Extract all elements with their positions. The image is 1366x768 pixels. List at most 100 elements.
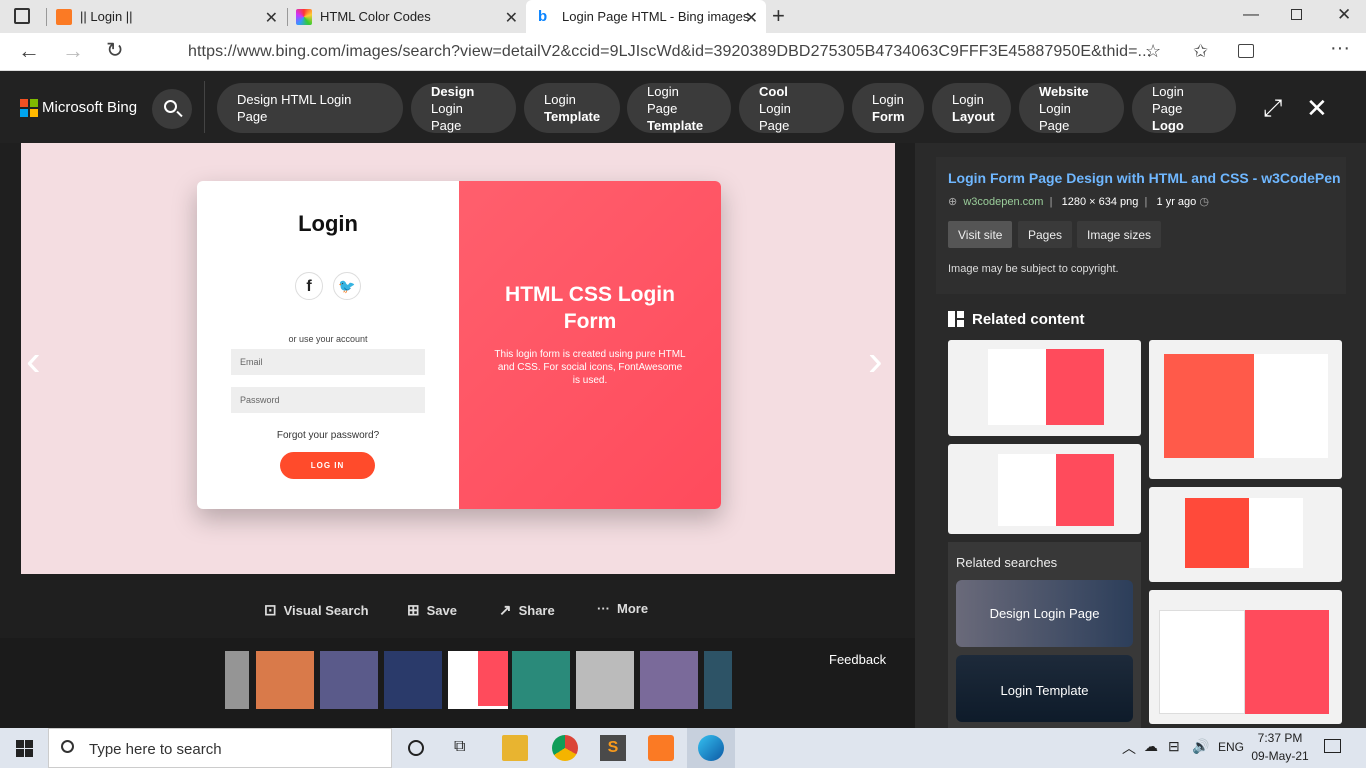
- browser-tab-bar: || Login || ✕ HTML Color Codes ✕ b Login…: [0, 0, 1366, 33]
- file-explorer-icon[interactable]: [502, 735, 528, 761]
- related-thumb[interactable]: [1149, 590, 1342, 724]
- share-button[interactable]: ↗ Share: [499, 601, 555, 619]
- chip-label: Design HTML Login Page: [237, 92, 352, 124]
- image-site[interactable]: w3codepen.com: [963, 196, 1043, 208]
- filmstrip-thumb-selected[interactable]: [448, 651, 508, 709]
- related-search-item[interactable]: Design Login Page: [956, 580, 1133, 647]
- settings-more-icon[interactable]: ···: [1330, 37, 1350, 60]
- windows-start-icon[interactable]: [16, 740, 33, 757]
- cortana-icon[interactable]: [408, 740, 424, 756]
- tab-bing-images[interactable]: b Login Page HTML - Bing images ✕: [526, 0, 766, 33]
- related-thumb[interactable]: [948, 340, 1141, 436]
- next-image-icon[interactable]: ›: [868, 336, 883, 386]
- related-chip[interactable]: Login Form: [852, 83, 924, 133]
- chrome-icon[interactable]: [552, 735, 578, 761]
- close-tab-icon[interactable]: ✕: [745, 8, 758, 28]
- url-text[interactable]: https://www.bing.com/images/search?view=…: [188, 43, 1151, 61]
- sublime-text-icon[interactable]: S: [600, 735, 626, 761]
- feedback-link[interactable]: Feedback: [829, 652, 886, 667]
- pages-button[interactable]: Pages: [1018, 221, 1073, 248]
- related-chip[interactable]: Login Template: [524, 83, 620, 133]
- chip-label: Login: [872, 92, 904, 107]
- tab-actions-icon[interactable]: [14, 8, 30, 24]
- add-favorite-icon[interactable]: ☆: [1145, 41, 1161, 62]
- related-chip[interactable]: Login Page Template: [627, 83, 731, 133]
- copyright-note: Image may be subject to copyright.: [948, 263, 1119, 275]
- search-icon: [61, 740, 74, 753]
- related-chip[interactable]: Login Layout: [932, 83, 1011, 133]
- related-chip[interactable]: Design Login Page: [411, 83, 516, 133]
- close-tab-icon[interactable]: ✕: [265, 8, 278, 28]
- chip-label: Login Page: [759, 100, 791, 133]
- close-window-icon[interactable]: ✕: [1337, 5, 1351, 25]
- close-viewer-icon[interactable]: ✕: [1306, 93, 1328, 124]
- tab-html-color-codes[interactable]: HTML Color Codes ✕: [296, 0, 526, 33]
- filmstrip-thumb[interactable]: [384, 651, 442, 709]
- filmstrip-thumb[interactable]: [256, 651, 314, 709]
- taskbar-search-box[interactable]: Type here to search: [48, 728, 392, 768]
- visual-search-button[interactable]: ⊡ Visual Search: [264, 601, 369, 619]
- clock-time[interactable]: 7:37 PM: [1250, 731, 1310, 745]
- network-icon[interactable]: ⊟: [1168, 738, 1180, 755]
- filmstrip-thumb[interactable]: [320, 651, 378, 709]
- image-sizes-button[interactable]: Image sizes: [1077, 221, 1162, 248]
- windows-taskbar: Type here to search ⧉ S ︿ ☁ ⊟ 🔊 ENG 7:37…: [0, 728, 1366, 768]
- more-button[interactable]: ··· More: [597, 601, 648, 616]
- language-indicator[interactable]: ENG: [1218, 740, 1244, 754]
- chip-label-bold: Design: [431, 83, 475, 99]
- save-button[interactable]: ⊞ Save: [407, 601, 457, 619]
- related-thumb[interactable]: [1149, 487, 1342, 582]
- filmstrip-thumb[interactable]: [512, 651, 570, 709]
- bing-header: Microsoft Bing Design HTML Login Page De…: [0, 71, 1366, 143]
- expand-icon[interactable]: ⤢: [1263, 95, 1282, 123]
- favorites-icon[interactable]: ✩: [1193, 41, 1208, 62]
- visual-search-icon: ⊡: [264, 602, 277, 619]
- clock-date[interactable]: 09-May-21: [1250, 749, 1310, 763]
- chip-label-bold: Form: [872, 109, 905, 124]
- related-search-item[interactable]: Login Template: [956, 655, 1133, 722]
- new-tab-icon[interactable]: +: [772, 3, 785, 29]
- bing-brand[interactable]: Microsoft Bing: [42, 99, 137, 116]
- tab-title: Login Page HTML - Bing images: [562, 9, 750, 24]
- preview-or-text: or use your account: [288, 334, 368, 344]
- address-toolbar: ← → ↻ https://www.bing.com/images/search…: [0, 33, 1366, 96]
- visit-site-button[interactable]: Visit site: [948, 221, 1013, 248]
- preview-right-panel: HTML CSS Login Form This login form is c…: [459, 181, 721, 509]
- search-button[interactable]: [152, 89, 192, 129]
- related-chip[interactable]: Cool Login Page: [739, 83, 844, 133]
- related-chip[interactable]: Design HTML Login Page: [217, 83, 403, 133]
- minimize-icon[interactable]: —: [1243, 6, 1259, 24]
- save-icon: ⊞: [407, 602, 420, 619]
- filmstrip-thumb[interactable]: [576, 651, 634, 709]
- related-thumb[interactable]: [948, 444, 1141, 534]
- close-tab-icon[interactable]: ✕: [505, 8, 518, 28]
- image-source-title[interactable]: Login Form Page Design with HTML and CSS…: [948, 170, 1341, 186]
- chip-label: Login Page: [1039, 100, 1071, 133]
- chip-label-bold: Website: [1039, 83, 1089, 99]
- notifications-icon[interactable]: [1324, 739, 1341, 753]
- collections-icon[interactable]: [1238, 44, 1254, 58]
- tab-login[interactable]: || Login || ✕: [56, 0, 286, 33]
- volume-icon[interactable]: 🔊: [1192, 738, 1209, 755]
- show-hidden-icons[interactable]: ︿: [1122, 738, 1136, 758]
- onedrive-icon[interactable]: ☁: [1144, 738, 1158, 755]
- back-icon[interactable]: ←: [18, 38, 40, 64]
- related-thumb[interactable]: [1149, 340, 1342, 479]
- filmstrip-thumb[interactable]: [225, 651, 249, 709]
- filmstrip-thumb[interactable]: [640, 651, 698, 709]
- related-search-label: Login Template: [1000, 683, 1089, 698]
- divider: [204, 81, 205, 133]
- related-chip[interactable]: Login Page Logo: [1132, 83, 1236, 133]
- prev-image-icon[interactable]: ‹: [26, 336, 41, 386]
- task-view-icon[interactable]: ⧉: [454, 738, 465, 756]
- xampp-icon[interactable]: [648, 735, 674, 761]
- edge-icon: [698, 735, 724, 761]
- edge-taskbar-active[interactable]: [687, 728, 735, 768]
- globe-icon: ⊕: [948, 196, 958, 208]
- restore-icon[interactable]: [1291, 9, 1302, 20]
- related-chip[interactable]: Website Login Page: [1019, 83, 1124, 133]
- filmstrip-thumb[interactable]: [704, 651, 732, 709]
- bing-logo-icon: b: [538, 7, 548, 25]
- refresh-icon[interactable]: ↻: [106, 38, 124, 63]
- forward-icon[interactable]: →: [62, 38, 84, 64]
